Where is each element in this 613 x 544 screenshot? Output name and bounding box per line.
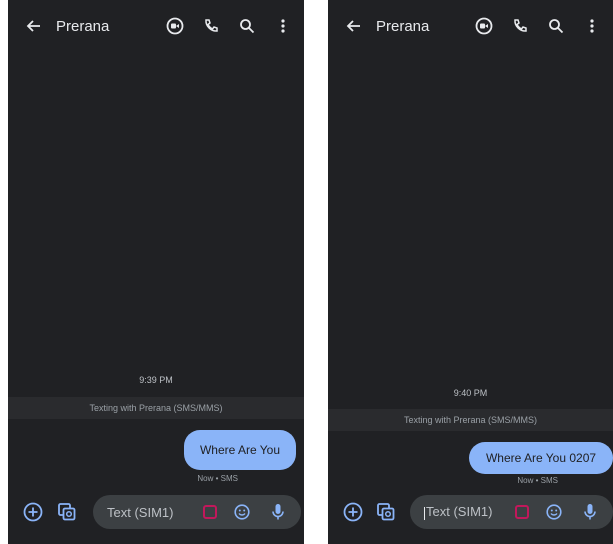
sticker-icon[interactable] [515,505,529,519]
conversation-screen-right: Prerana 9:40 PM Texting with Prerana (SM… [328,0,613,544]
search-icon[interactable] [545,15,567,37]
add-icon[interactable] [22,501,44,523]
compose-placeholder: Text (SIM1) [107,504,174,520]
texting-notice: Texting with Prerana (SMS/MMS) [328,409,613,431]
back-arrow-icon[interactable] [342,14,366,38]
phone-icon[interactable] [200,15,222,37]
gallery-icon[interactable] [375,501,397,523]
search-icon[interactable] [236,15,258,37]
message-timestamp: 9:39 PM [139,375,173,385]
message-status: Now • SMS [197,474,238,483]
compose-placeholder: Text (SIM1) [426,504,493,520]
texting-notice: Texting with Prerana (SMS/MMS) [8,397,304,419]
compose-input[interactable]: Text (SIM1) [93,495,301,529]
back-arrow-icon[interactable] [22,14,46,38]
sticker-icon[interactable] [203,505,217,519]
mic-icon[interactable] [267,501,289,523]
message-bubble[interactable]: Where Are You [184,430,296,470]
mic-icon[interactable] [579,501,601,523]
contact-name: Prerana [376,17,430,35]
gallery-icon[interactable] [56,501,78,523]
message-timestamp: 9:40 PM [453,388,488,398]
top-app-bar: Prerana [8,6,304,46]
top-app-bar: Prerana [328,6,613,46]
contact-name: Prerana [56,17,110,35]
compose-input[interactable]: Text (SIM1) [410,495,613,529]
message-bubble[interactable]: Where Are You 0207 [469,442,613,474]
text-cursor [424,506,425,520]
emoji-icon[interactable] [543,501,565,523]
message-status: Now • SMS [517,476,558,485]
phone-icon[interactable] [509,15,531,37]
video-call-icon[interactable] [164,15,186,37]
add-icon[interactable] [342,501,364,523]
compose-bar: Text (SIM1) [328,495,613,529]
more-vert-icon[interactable] [272,15,294,37]
video-call-icon[interactable] [473,15,495,37]
compose-bar: Text (SIM1) [8,495,304,529]
more-vert-icon[interactable] [581,15,603,37]
emoji-icon[interactable] [231,501,253,523]
conversation-screen-left: Prerana 9:39 PM Texting with Prerana (SM… [8,0,304,544]
